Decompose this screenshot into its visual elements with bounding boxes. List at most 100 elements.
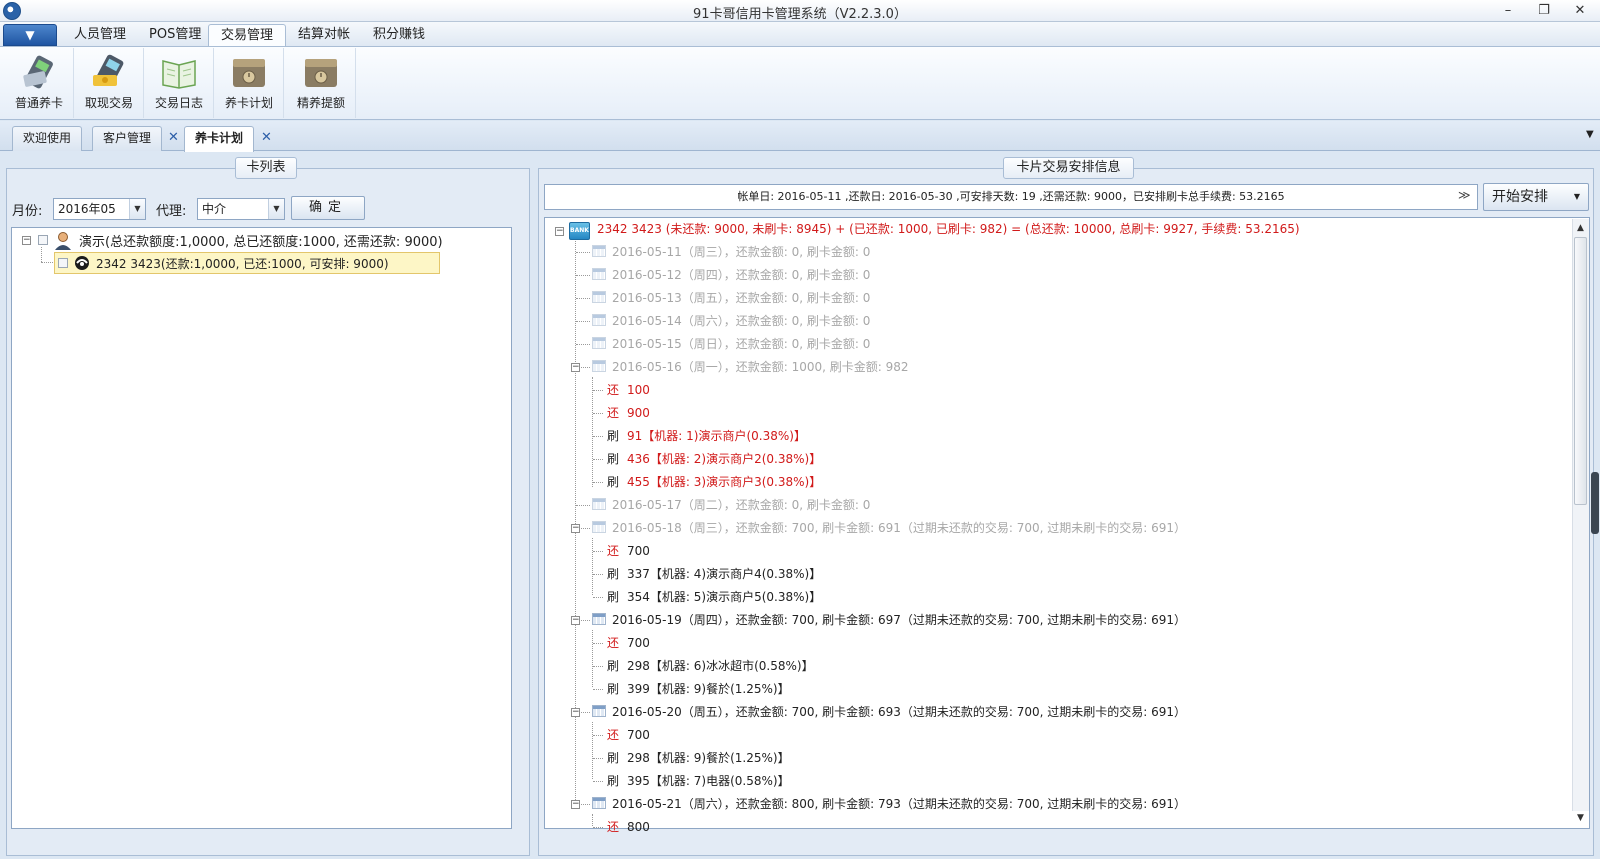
month-label: 月份:: [12, 204, 43, 219]
schedule-day-row[interactable]: 2016-05-21（周六），还款金额: 800, 刷卡金额: 793（过期未还…: [592, 793, 1186, 815]
side-panel-grip[interactable]: [1591, 472, 1599, 534]
tree-connector: [593, 597, 603, 598]
scrollbar-thumb[interactable]: [1574, 237, 1587, 505]
action-detail: 399【机器: 9)餐於(1.25%)】: [627, 682, 790, 696]
confirm-button[interactable]: 确定: [291, 196, 365, 220]
tree-connector: [593, 781, 603, 782]
month-select[interactable]: 2016年05 ▼: [53, 198, 146, 220]
schedule-action-row[interactable]: 刷 399【机器: 9)餐於(1.25%)】: [607, 678, 790, 700]
schedule-day-row[interactable]: 2016-05-13（周五），还款金额: 0, 刷卡金额: 0: [592, 287, 870, 309]
schedule-action-row[interactable]: 刷 395【机器: 7)电器(0.58%)】: [607, 770, 790, 792]
action-detail: 436【机器: 2)演示商户2(0.38%)】: [627, 452, 822, 466]
chevron-down-icon[interactable]: ▼: [268, 199, 284, 219]
schedule-day-row[interactable]: 2016-05-19（周四），还款金额: 700, 刷卡金额: 697（过期未还…: [592, 609, 1186, 631]
schedule-day-row[interactable]: 2016-05-16（周一），还款金额: 1000, 刷卡金额: 982: [592, 356, 909, 378]
tree-connector: [593, 643, 603, 644]
menu-tab-pos[interactable]: POS管理: [137, 24, 213, 46]
tree-connector: [593, 551, 603, 552]
collapse-icon[interactable]: −: [555, 227, 564, 236]
schedule-action-row[interactable]: 刷 298【机器: 9)餐於(1.25%)】: [607, 747, 790, 769]
chevron-down-icon[interactable]: ▼: [129, 199, 145, 219]
schedule-action-row[interactable]: 还 800: [607, 816, 650, 838]
action-detail: 900: [627, 406, 650, 420]
tree-checkbox[interactable]: [58, 258, 68, 268]
tree-connector: [576, 252, 590, 253]
start-schedule-button[interactable]: 开始安排 ▼: [1483, 183, 1589, 211]
collapse-icon[interactable]: −: [571, 616, 580, 625]
calendar-icon: [592, 521, 606, 533]
expand-summary-icon[interactable]: ≫: [1458, 188, 1471, 202]
collapse-icon[interactable]: −: [571, 524, 580, 533]
schedule-day-row[interactable]: 2016-05-14（周六），还款金额: 0, 刷卡金额: 0: [592, 310, 870, 332]
schedule-day-row[interactable]: 2016-05-20（周五），还款金额: 700, 刷卡金额: 693（过期未还…: [592, 701, 1186, 723]
billing-summary: 帐单日: 2016-05-11 ,还款日: 2016-05-30 ,可安排天数:…: [544, 184, 1478, 210]
tab-card-plan[interactable]: 养卡计划: [184, 126, 255, 152]
menu-tab-points[interactable]: 积分赚钱: [361, 24, 437, 46]
tab-overflow-arrow-icon[interactable]: ▼: [1586, 129, 1594, 140]
schedule-action-row[interactable]: 还 100: [607, 379, 650, 401]
schedule-action-row[interactable]: 还 900: [607, 402, 650, 424]
limit-raise-button[interactable]: 精养提额: [286, 48, 356, 118]
schedule-day-label: 2016-05-19（周四），还款金额: 700, 刷卡金额: 697（过期未还…: [612, 613, 1187, 627]
action-kind: 刷: [607, 429, 620, 443]
schedule-root-label[interactable]: 2342 3423 (未还款: 9000, 未刷卡: 8945) + (已还款:…: [597, 218, 1300, 240]
restore-button[interactable]: ❐: [1530, 1, 1558, 20]
collapse-icon[interactable]: −: [571, 363, 580, 372]
tree-checkbox[interactable]: [38, 235, 48, 245]
action-kind: 还: [607, 728, 620, 742]
minimize-button[interactable]: –: [1494, 1, 1522, 20]
agent-label: 代理:: [156, 204, 187, 219]
schedule-day-row[interactable]: 2016-05-11（周三），还款金额: 0, 刷卡金额: 0: [592, 241, 870, 263]
card-plan-button[interactable]: 养卡计划: [214, 48, 284, 118]
close-icon[interactable]: ✕: [168, 130, 179, 145]
agent-value: 中介: [202, 202, 227, 216]
schedule-day-row[interactable]: 2016-05-12（周四），还款金额: 0, 刷卡金额: 0: [592, 264, 870, 286]
schedule-action-row[interactable]: 还 700: [607, 724, 650, 746]
schedule-day-row[interactable]: 2016-05-17（周二），还款金额: 0, 刷卡金额: 0: [592, 494, 870, 516]
action-detail: 298【机器: 6)冰冰超市(0.58%)】: [627, 659, 814, 673]
schedule-day-row[interactable]: 2016-05-15（周日），还款金额: 0, 刷卡金额: 0: [592, 333, 870, 355]
schedule-day-label: 2016-05-21（周六），还款金额: 800, 刷卡金额: 793（过期未还…: [612, 797, 1187, 811]
schedule-day-label: 2016-05-13（周五），还款金额: 0, 刷卡金额: 0: [612, 291, 871, 305]
menu-tab-transactions[interactable]: 交易管理: [208, 24, 287, 46]
schedule-action-row[interactable]: 刷 91【机器: 1)演示商户(0.38%)】: [607, 425, 806, 447]
tree-connector: [593, 827, 603, 828]
app-menu-button[interactable]: ▼: [3, 24, 57, 46]
schedule-action-row[interactable]: 还 700: [607, 540, 650, 562]
calendar-icon: [592, 613, 606, 625]
schedule-day-label: 2016-05-11（周三），还款金额: 0, 刷卡金额: 0: [612, 245, 871, 259]
collapse-icon[interactable]: −: [22, 236, 31, 245]
close-button[interactable]: ✕: [1566, 1, 1594, 20]
schedule-action-row[interactable]: 还 700: [607, 632, 650, 654]
action-detail: 100: [627, 383, 650, 397]
transaction-log-button[interactable]: 交易日志: [144, 48, 214, 118]
normal-card-button[interactable]: 普通养卡: [4, 48, 74, 118]
schedule-action-row[interactable]: 刷 354【机器: 5)演示商户5(0.38%)】: [607, 586, 821, 608]
schedule-day-label: 2016-05-20（周五），还款金额: 700, 刷卡金额: 693（过期未还…: [612, 705, 1187, 719]
schedule-action-row[interactable]: 刷 455【机器: 3)演示商户3(0.38%)】: [607, 471, 821, 493]
tree-connector: [593, 482, 603, 483]
chevron-down-icon: ▼: [25, 28, 35, 42]
cash-transaction-button[interactable]: 取现交易: [74, 48, 144, 118]
menu-tab-settlement[interactable]: 结算对帐: [286, 24, 362, 46]
tab-customer-management[interactable]: 客户管理: [92, 126, 163, 151]
tree-connector: [592, 814, 593, 826]
tree-root-label[interactable]: 演示(总还款额度:1,0000, 总已还额度:1000, 还需还款: 9000): [79, 231, 443, 250]
collapse-icon[interactable]: −: [571, 708, 580, 717]
menu-tab-personnel[interactable]: 人员管理: [62, 24, 138, 46]
close-icon[interactable]: ✕: [261, 130, 272, 145]
schedule-day-row[interactable]: 2016-05-18（周三），还款金额: 700, 刷卡金额: 691（过期未还…: [592, 517, 1186, 539]
scroll-down-icon[interactable]: ▼: [1574, 811, 1587, 825]
schedule-action-row[interactable]: 刷 298【机器: 6)冰冰超市(0.58%)】: [607, 655, 814, 677]
agent-select[interactable]: 中介 ▼: [197, 198, 285, 220]
scroll-up-icon[interactable]: ▲: [1574, 221, 1587, 235]
chevron-down-icon[interactable]: ▼: [1574, 184, 1580, 210]
tab-welcome[interactable]: 欢迎使用: [12, 126, 83, 151]
collapse-icon[interactable]: −: [571, 800, 580, 809]
tree-connector: [593, 390, 603, 391]
action-detail: 298【机器: 9)餐於(1.25%)】: [627, 751, 790, 765]
user-icon: [55, 232, 71, 250]
schedule-action-row[interactable]: 刷 436【机器: 2)演示商户2(0.38%)】: [607, 448, 821, 470]
start-schedule-label: 开始安排: [1492, 189, 1548, 205]
schedule-action-row[interactable]: 刷 337【机器: 4)演示商户4(0.38%)】: [607, 563, 821, 585]
